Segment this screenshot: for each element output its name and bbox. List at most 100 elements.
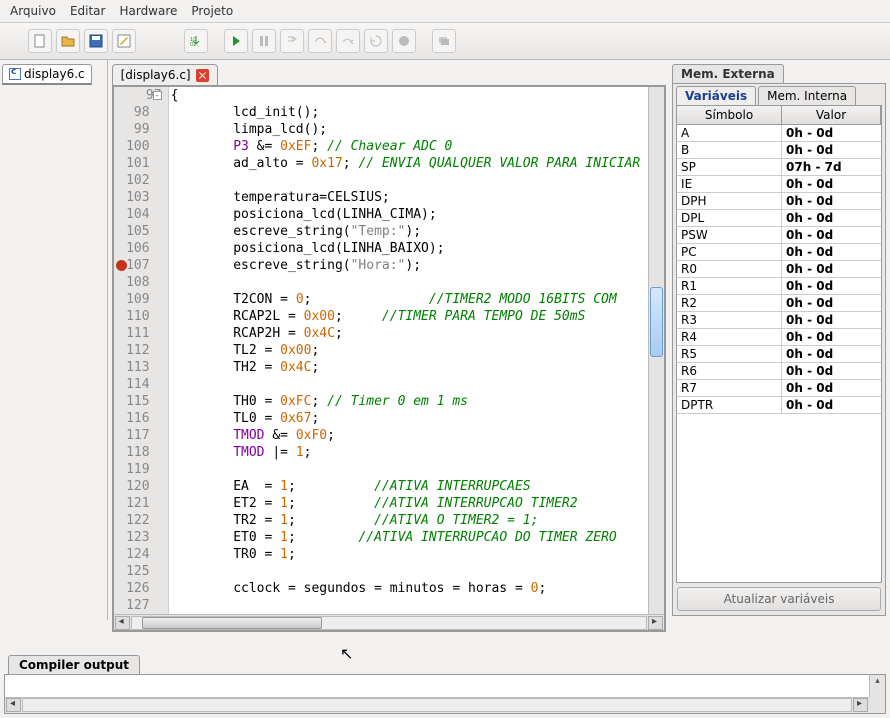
- file-tree-item[interactable]: display6.c: [2, 64, 92, 85]
- value-cell: 0h - 0d: [782, 329, 881, 345]
- output-hscrollbar[interactable]: [5, 697, 869, 713]
- scroll-left-icon[interactable]: [6, 698, 21, 712]
- symbol-cell: DPTR: [677, 397, 782, 413]
- table-row[interactable]: SP07h - 7d: [677, 159, 881, 176]
- editor-vscrollbar[interactable]: [648, 87, 664, 614]
- table-row[interactable]: DPL0h - 0d: [677, 210, 881, 227]
- symbol-cell: SP: [677, 159, 782, 175]
- tab-compiler-output[interactable]: Compiler output: [8, 655, 140, 674]
- run-button[interactable]: [224, 29, 248, 53]
- edit-button[interactable]: [112, 29, 136, 53]
- stop-button[interactable]: [392, 29, 416, 53]
- table-row[interactable]: R60h - 0d: [677, 363, 881, 380]
- tab-variaveis[interactable]: Variáveis: [676, 86, 756, 105]
- menu-editar[interactable]: Editar: [70, 4, 106, 18]
- table-row[interactable]: PSW0h - 0d: [677, 227, 881, 244]
- menu-hardware[interactable]: Hardware: [119, 4, 177, 18]
- symbol-cell: IE: [677, 176, 782, 192]
- save-button[interactable]: [84, 29, 108, 53]
- symbol-cell: A: [677, 125, 782, 141]
- table-row[interactable]: R10h - 0d: [677, 278, 881, 295]
- table-row[interactable]: R00h - 0d: [677, 261, 881, 278]
- editor-hscrollbar[interactable]: [114, 614, 664, 630]
- menu-bar: Arquivo Editar Hardware Projeto: [0, 0, 890, 23]
- main-area: display6.c [display6.c] 97-9899100101102…: [0, 60, 890, 620]
- value-cell: 0h - 0d: [782, 363, 881, 379]
- stack-button[interactable]: [432, 29, 456, 53]
- value-cell: 0h - 0d: [782, 397, 881, 413]
- col-value[interactable]: Valor: [782, 106, 881, 124]
- toolbar: 1001: [0, 23, 890, 60]
- menu-arquivo[interactable]: Arquivo: [10, 4, 56, 18]
- symbol-cell: PSW: [677, 227, 782, 243]
- close-tab-icon[interactable]: [196, 69, 209, 82]
- scroll-right-icon[interactable]: [648, 616, 663, 630]
- table-row[interactable]: A0h - 0d: [677, 125, 881, 142]
- value-cell: 07h - 7d: [782, 159, 881, 175]
- value-cell: 0h - 0d: [782, 125, 881, 141]
- table-row[interactable]: DPTR0h - 0d: [677, 397, 881, 414]
- col-symbol[interactable]: Símbolo: [677, 106, 782, 124]
- symbol-cell: R1: [677, 278, 782, 294]
- symbol-cell: PC: [677, 244, 782, 260]
- value-cell: 0h - 0d: [782, 244, 881, 260]
- table-row[interactable]: PC0h - 0d: [677, 244, 881, 261]
- update-variables-button[interactable]: Atualizar variáveis: [677, 587, 881, 611]
- new-file-button[interactable]: [28, 29, 52, 53]
- pause-button[interactable]: [252, 29, 276, 53]
- compile-button[interactable]: 1001: [184, 29, 208, 53]
- tab-mem-externa[interactable]: Mem. Externa: [672, 64, 784, 83]
- file-tree: display6.c: [0, 60, 108, 620]
- symbol-cell: R3: [677, 312, 782, 328]
- code-area[interactable]: { lcd_init(); limpa_lcd(); P3 &= 0xEF; /…: [169, 87, 648, 614]
- table-row[interactable]: R30h - 0d: [677, 312, 881, 329]
- value-cell: 0h - 0d: [782, 380, 881, 396]
- table-row[interactable]: IE0h - 0d: [677, 176, 881, 193]
- step-over-button[interactable]: [308, 29, 332, 53]
- output-vscrollbar[interactable]: ▴: [869, 675, 885, 697]
- variables-table: Símbolo Valor A0h - 0dB0h - 0dSP07h - 7d…: [676, 105, 882, 583]
- table-row[interactable]: R70h - 0d: [677, 380, 881, 397]
- value-cell: 0h - 0d: [782, 193, 881, 209]
- menu-projeto[interactable]: Projeto: [191, 4, 233, 18]
- restart-button[interactable]: [364, 29, 388, 53]
- step-out-button[interactable]: [336, 29, 360, 53]
- table-row[interactable]: B0h - 0d: [677, 142, 881, 159]
- tab-mem-interna[interactable]: Mem. Interna: [758, 86, 856, 105]
- symbol-cell: R0: [677, 261, 782, 277]
- editor-tab[interactable]: [display6.c]: [112, 64, 218, 85]
- value-cell: 0h - 0d: [782, 278, 881, 294]
- table-row[interactable]: R40h - 0d: [677, 329, 881, 346]
- symbol-cell: R6: [677, 363, 782, 379]
- value-cell: 0h - 0d: [782, 346, 881, 362]
- symbol-cell: DPH: [677, 193, 782, 209]
- mouse-cursor-icon: ↖: [340, 644, 353, 663]
- open-file-button[interactable]: [56, 29, 80, 53]
- value-cell: 0h - 0d: [782, 312, 881, 328]
- value-cell: 0h - 0d: [782, 295, 881, 311]
- symbol-cell: R4: [677, 329, 782, 345]
- table-row[interactable]: DPH0h - 0d: [677, 193, 881, 210]
- symbol-cell: DPL: [677, 210, 782, 226]
- compiler-output-panel: Compiler output ▴: [4, 655, 886, 714]
- value-cell: 0h - 0d: [782, 227, 881, 243]
- table-row[interactable]: R20h - 0d: [677, 295, 881, 312]
- symbol-cell: R2: [677, 295, 782, 311]
- symbol-cell: R7: [677, 380, 782, 396]
- editor-tab-label: [display6.c]: [121, 68, 191, 82]
- symbol-cell: R5: [677, 346, 782, 362]
- table-row[interactable]: R50h - 0d: [677, 346, 881, 363]
- value-cell: 0h - 0d: [782, 210, 881, 226]
- scroll-left-icon[interactable]: [115, 616, 130, 630]
- line-gutter[interactable]: 97-9899100101102103104105106107108109110…: [114, 87, 169, 614]
- editor-panel: [display6.c] 97-989910010110210310410510…: [108, 60, 670, 620]
- symbol-cell: B: [677, 142, 782, 158]
- c-file-icon: [9, 68, 21, 80]
- step-into-button[interactable]: [280, 29, 304, 53]
- value-cell: 0h - 0d: [782, 176, 881, 192]
- file-name: display6.c: [24, 67, 85, 81]
- memory-panel: Mem. Externa Variáveis Mem. Interna Símb…: [670, 60, 890, 620]
- compiler-output-area[interactable]: ▴: [4, 674, 886, 714]
- scroll-right-icon[interactable]: [853, 698, 868, 712]
- value-cell: 0h - 0d: [782, 261, 881, 277]
